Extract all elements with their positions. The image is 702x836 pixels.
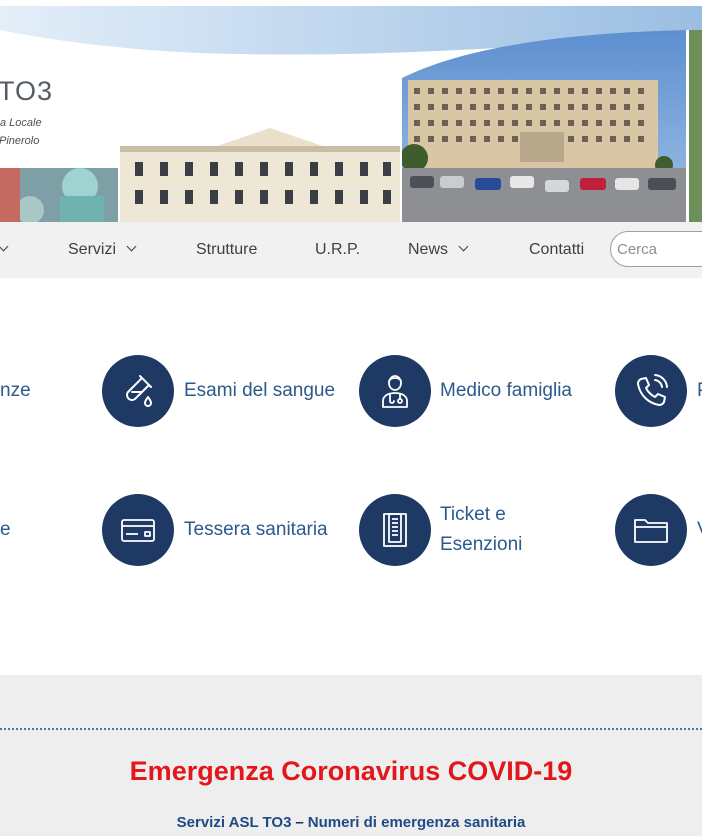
nav-item-news[interactable]: News (408, 222, 469, 278)
site-logo[interactable]: TO3 a Locale Pinerolo (0, 72, 54, 154)
nav-item-label: U.R.P. (315, 241, 361, 258)
covid-title[interactable]: Emergenza Coronavirus COVID-19 (0, 756, 702, 787)
quick-link-label: Tessera sanitaria (184, 519, 328, 540)
nav-item-label: News (408, 241, 449, 258)
nav-item-contatti[interactable]: Contatti (529, 222, 584, 278)
quick-link-tessera-sanitaria[interactable]: Tessera sanitaria (102, 494, 352, 566)
doctor-icon (359, 355, 431, 427)
nav-item-label: Strutture (196, 241, 258, 258)
quick-link-label: Esami del sangue (184, 380, 336, 401)
chevron-down-icon[interactable] (0, 241, 9, 252)
quick-link-label: P (697, 376, 702, 406)
nav-item-label: Contatti (529, 241, 585, 258)
quick-link-esami-sangue[interactable]: Esami del sangue (102, 355, 352, 427)
logo-subtitle-line2: Pinerolo (0, 135, 40, 147)
logo-subtitle-line1: a Locale (0, 117, 42, 129)
nav-item-urp[interactable]: U.R.P. (315, 222, 360, 278)
covid-links: Servizi ASL TO3– Numeri di emergenza sani… (0, 814, 702, 831)
quick-link-phone[interactable]: P (615, 355, 702, 427)
quick-link-label-partial[interactable]: nze (0, 376, 31, 406)
quick-link-label: V (697, 515, 702, 545)
test-tube-icon (102, 355, 174, 427)
banner-image (0, 0, 702, 222)
quick-link-label-line2: Esenzioni (440, 534, 523, 555)
chevron-down-icon (126, 241, 137, 252)
quick-link-label-line1: Ticket e (440, 504, 506, 525)
quick-link-folder[interactable]: V (615, 494, 702, 566)
link-servizi-asl[interactable]: Servizi ASL TO3 (177, 814, 292, 831)
phone-icon (615, 355, 687, 427)
main-nav: Servizi Strutture U.R.P. News Contatti (0, 222, 702, 278)
separator: – (295, 814, 304, 831)
nav-item-servizi[interactable]: Servizi (68, 222, 137, 278)
chevron-down-icon (458, 241, 469, 252)
card-icon (102, 494, 174, 566)
header-banner: TO3 a Locale Pinerolo (0, 0, 702, 222)
quick-link-ticket-esenzioni[interactable]: Ticket e Esenzioni (359, 494, 599, 566)
section-divider (0, 728, 702, 730)
quick-link-medico-famiglia[interactable]: Medico famiglia (359, 355, 599, 427)
quick-link-label-partial[interactable]: e (0, 515, 11, 545)
nav-item-strutture[interactable]: Strutture (196, 222, 257, 278)
folder-icon (615, 494, 687, 566)
nav-item-label: Servizi (68, 241, 117, 258)
quick-link-label: Medico famiglia (440, 380, 572, 401)
receipt-icon (359, 494, 431, 566)
link-numeri-emergenza[interactable]: Numeri di emergenza sanitaria (308, 814, 526, 831)
logo-title: TO3 (0, 76, 54, 106)
search-input[interactable] (610, 231, 702, 267)
